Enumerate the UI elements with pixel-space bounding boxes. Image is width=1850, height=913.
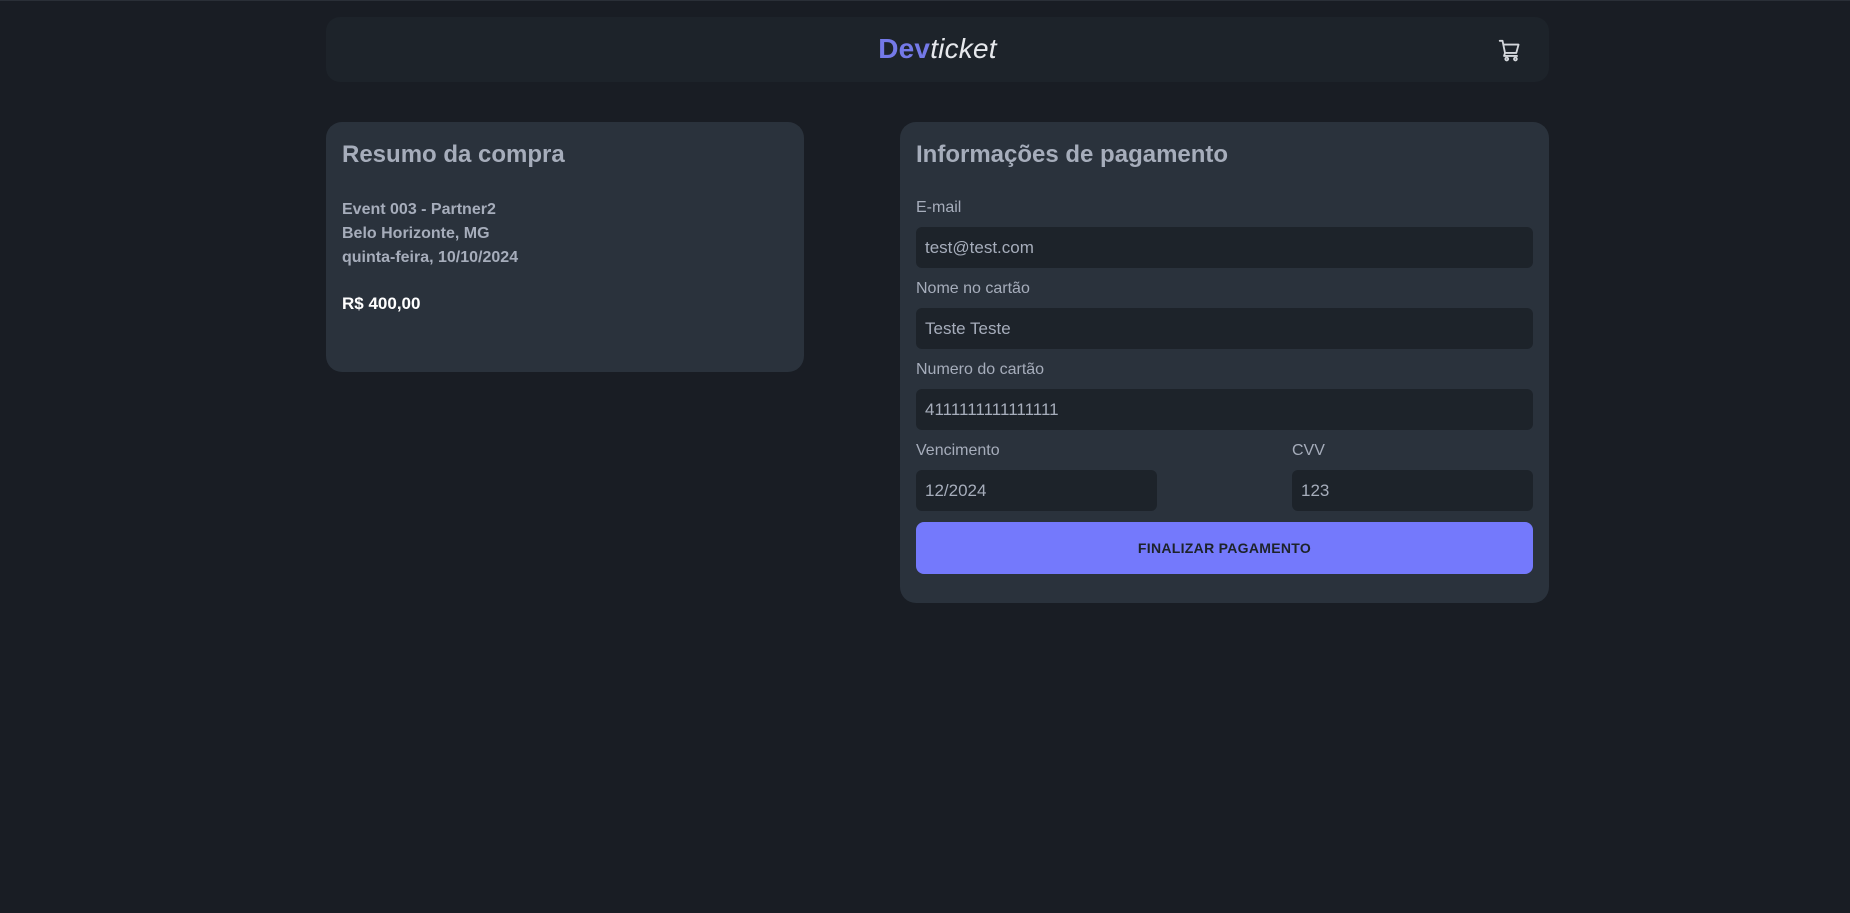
payment-form: E-mail Nome no cartão Numero do cartão V… (916, 198, 1533, 574)
logo[interactable]: Devticket (326, 33, 1549, 65)
card-name-input[interactable] (916, 308, 1533, 349)
card-name-label: Nome no cartão (916, 280, 1030, 297)
cart-button[interactable] (1497, 37, 1523, 63)
expiry-cvv-row: Vencimento CVV (916, 441, 1533, 522)
payment-title: Informações de pagamento (916, 141, 1229, 168)
event-location: Belo Horizonte, MG (342, 225, 490, 242)
expiry-input[interactable] (916, 470, 1157, 511)
card-name-field-group: Nome no cartão (916, 279, 1533, 349)
event-name: Event 003 - Partner2 (342, 201, 496, 218)
email-input[interactable] (916, 227, 1533, 268)
email-label: E-mail (916, 199, 962, 216)
app-header: Devticket (326, 17, 1549, 82)
summary-title: Resumo da compra (342, 141, 565, 168)
card-number-input[interactable] (916, 389, 1533, 430)
email-field-group: E-mail (916, 198, 1533, 268)
finalize-payment-button[interactable]: FINALIZAR PAGAMENTO (916, 522, 1533, 574)
logo-ticket: ticket (930, 33, 997, 64)
cvv-input[interactable] (1292, 470, 1533, 511)
summary-price: R$ 400,00 (342, 294, 421, 313)
payment-info-card: Informações de pagamento E-mail Nome no … (900, 122, 1549, 603)
logo-dev: Dev (878, 33, 931, 64)
summary-details: Event 003 - Partner2 Belo Horizonte, MG … (342, 198, 788, 270)
card-number-field-group: Numero do cartão (916, 360, 1533, 430)
cvv-label: CVV (1292, 442, 1325, 459)
expiry-label: Vencimento (916, 442, 1000, 459)
purchase-summary-card: Resumo da compra Event 003 - Partner2 Be… (326, 122, 804, 372)
cvv-field-group: CVV (1292, 441, 1533, 511)
expiry-field-group: Vencimento (916, 441, 1157, 511)
event-date: quinta-feira, 10/10/2024 (342, 249, 519, 266)
card-number-label: Numero do cartão (916, 361, 1045, 378)
cart-icon (1498, 39, 1520, 62)
